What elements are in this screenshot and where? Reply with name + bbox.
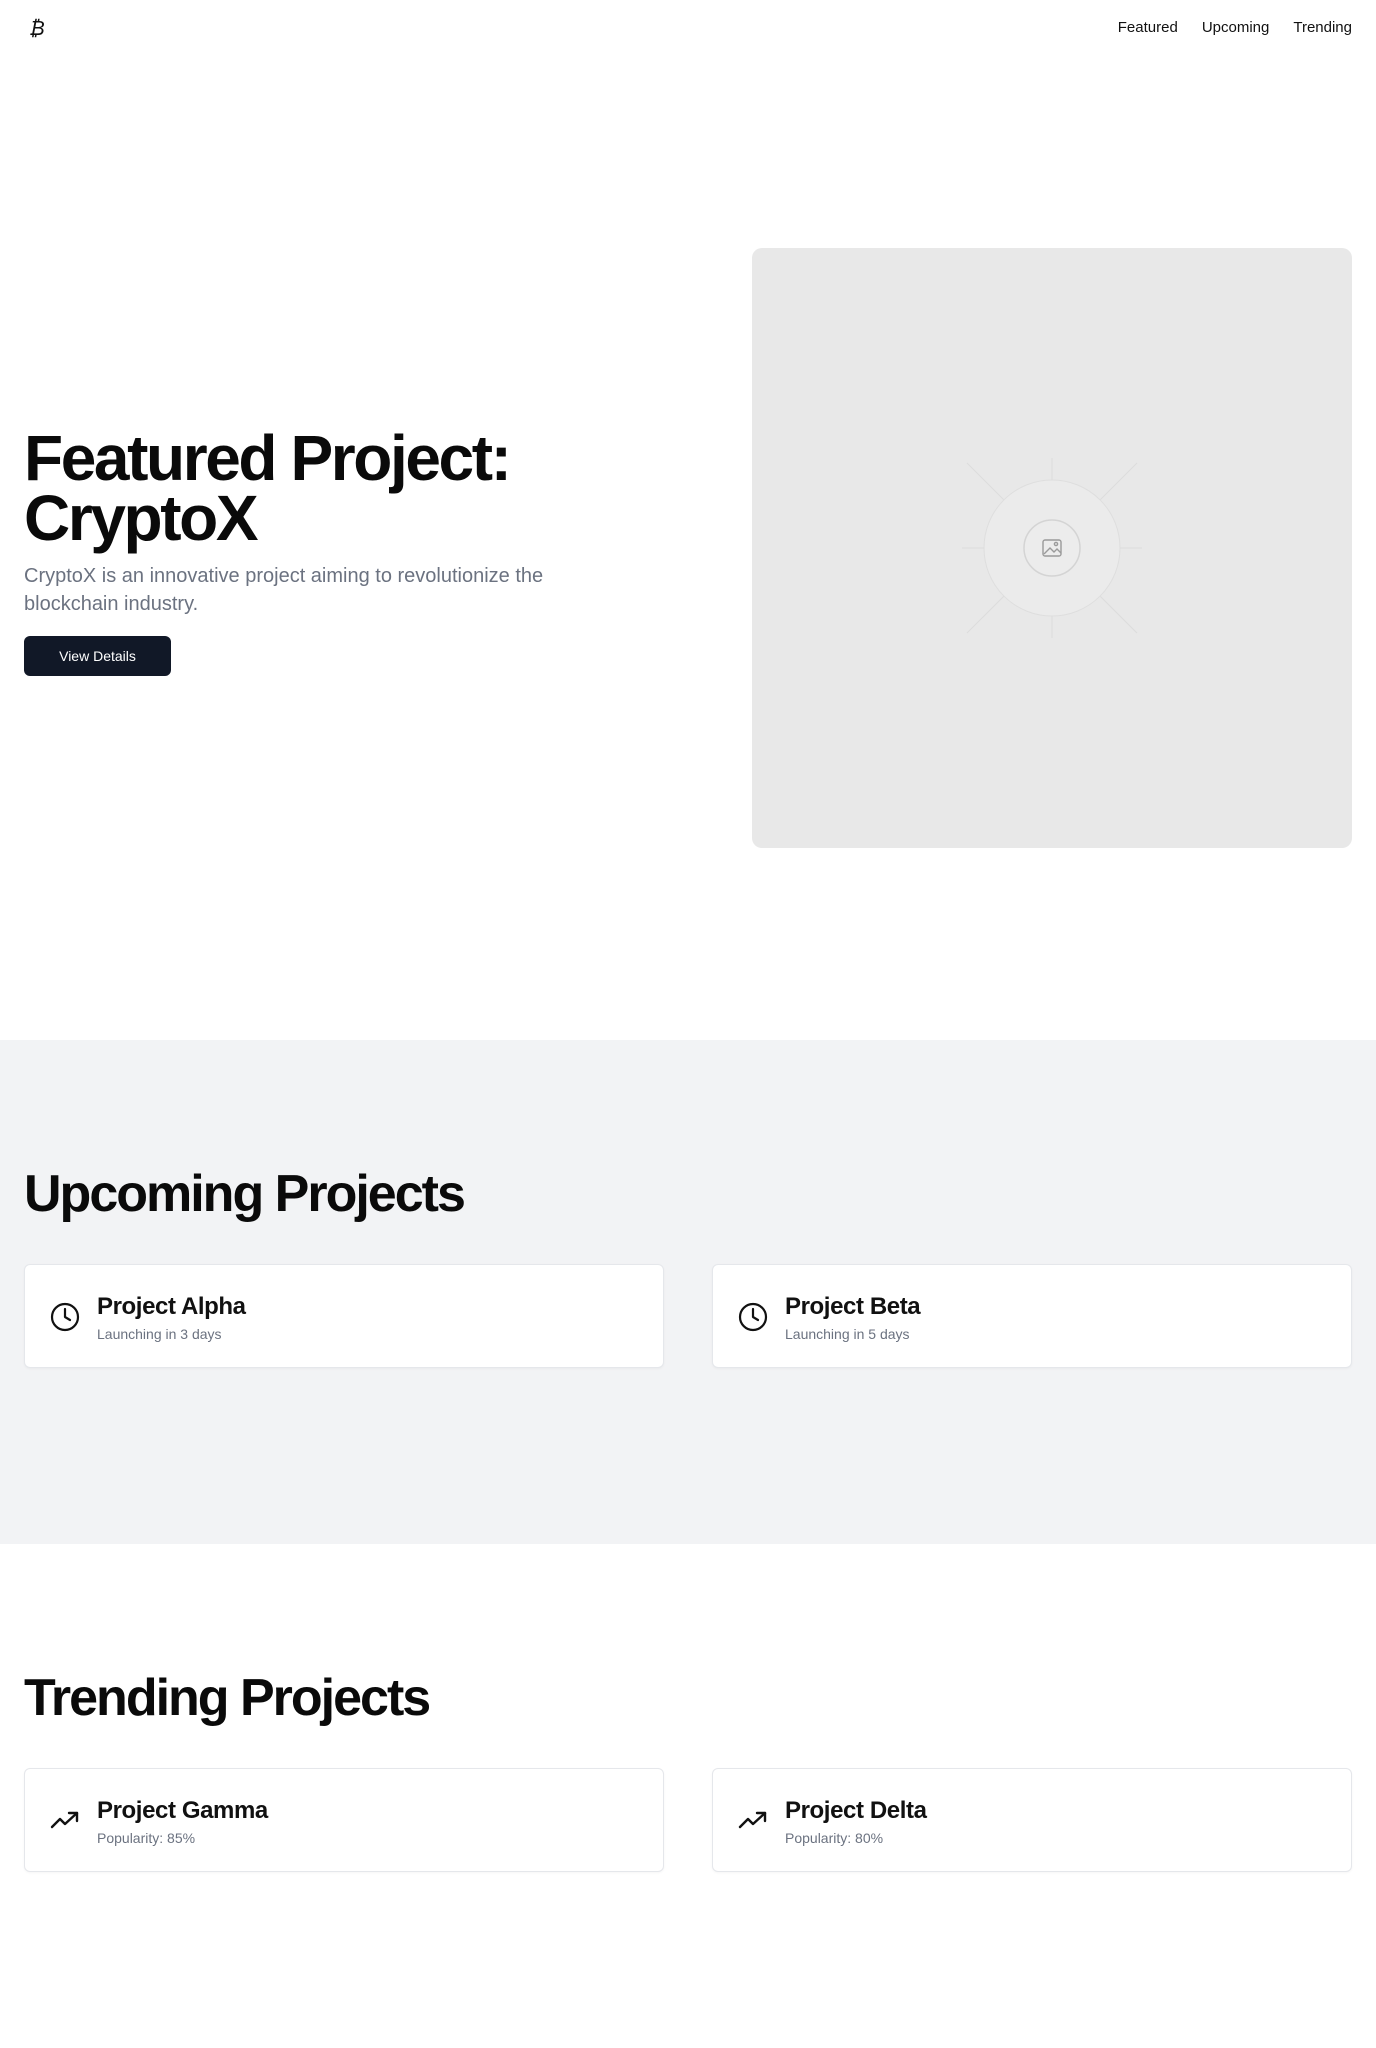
- hero-description: CryptoX is an innovative project aiming …: [24, 565, 544, 615]
- project-name: Project Delta: [785, 1797, 927, 1824]
- nav-upcoming-link[interactable]: Upcoming: [1202, 18, 1270, 38]
- trending-up-icon: [737, 1805, 769, 1837]
- top-navigation-bar: ₿ Featured Upcoming Trending: [0, 0, 1376, 56]
- main-nav: Featured Upcoming Trending: [1118, 18, 1352, 38]
- trending-projects-section: Trending Projects Project Gamma Populari…: [0, 1544, 1376, 2048]
- project-name: Project Beta: [785, 1293, 921, 1320]
- hero-title: Featured Project: CryptoX: [24, 426, 664, 550]
- clock-icon: [737, 1301, 769, 1333]
- upcoming-projects-section: Upcoming Projects Project Alpha Launchin…: [0, 1040, 1376, 1544]
- bitcoin-logo-icon[interactable]: ₿: [24, 14, 48, 42]
- hero-text-block: Featured Project: CryptoX CryptoX is an …: [24, 426, 664, 676]
- trending-up-icon: [49, 1805, 81, 1837]
- project-card-gamma[interactable]: Project Gamma Popularity: 85%: [24, 1768, 664, 1872]
- project-status: Launching in 5 days: [785, 1326, 910, 1342]
- clock-icon: [49, 1301, 81, 1333]
- hero-image-placeholder: [752, 248, 1352, 848]
- image-placeholder-icon: [962, 458, 1142, 638]
- svg-text:₿: ₿: [29, 17, 44, 39]
- project-name: Project Alpha: [97, 1293, 246, 1320]
- project-popularity: Popularity: 85%: [97, 1830, 196, 1846]
- trending-section-title: Trending Projects: [24, 1669, 431, 1727]
- project-card-delta[interactable]: Project Delta Popularity: 80%: [712, 1768, 1352, 1872]
- view-details-button[interactable]: View Details: [24, 636, 171, 676]
- project-status: Launching in 3 days: [97, 1326, 222, 1342]
- hero-title-line-2: CryptoX: [24, 482, 259, 554]
- upcoming-section-title: Upcoming Projects: [24, 1165, 466, 1223]
- project-card-beta[interactable]: Project Beta Launching in 5 days: [712, 1264, 1352, 1368]
- project-card-alpha[interactable]: Project Alpha Launching in 3 days: [24, 1264, 664, 1368]
- project-popularity: Popularity: 80%: [785, 1830, 884, 1846]
- nav-featured-link[interactable]: Featured: [1118, 18, 1178, 38]
- nav-trending-link[interactable]: Trending: [1293, 18, 1352, 38]
- project-name: Project Gamma: [97, 1797, 268, 1824]
